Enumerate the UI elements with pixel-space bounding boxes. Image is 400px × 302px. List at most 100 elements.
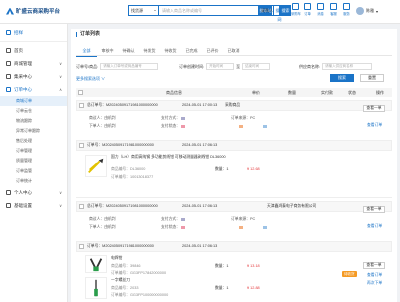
redacted-value [239,225,243,229]
select-all-checkbox[interactable] [78,90,83,95]
filter-label: 供应商名称: [299,63,321,69]
order-divider [76,197,392,198]
settings-icon [6,203,11,208]
buyer-search-button[interactable]: 搜索 [280,5,291,16]
product-image [85,255,107,273]
sub-order-header: 订单号：M20240509171981000000000 2024-05-01 … [76,140,392,151]
order-label: 订单 [304,12,311,16]
order-number: 总订单号：M20240509171981000000000 [87,103,158,107]
sidebar-item-center[interactable]: 集采中心 ∨ [0,70,67,83]
order-time: 2024-05-01 17:06:13 [182,204,218,208]
search-button[interactable]: 搜索 [330,74,354,82]
order-icon [6,87,11,92]
reorder-link[interactable]: 再次下单 [367,281,382,286]
home-icon [6,48,11,53]
payment-meta: 支付方式： 支付状态： [161,114,186,130]
order-number: 总订单号：M20240509171981000000000 [87,204,158,208]
reset-button[interactable]: 重置 [360,74,384,82]
sidebar-item-zhaoyang[interactable]: 招样 [0,26,67,39]
status-badge: 待收货 [342,271,357,277]
order-time: 2024-05-01 17:06:13 [182,244,218,248]
col-qty: 数量 [288,90,296,95]
user-icon [6,190,11,195]
more-options-link[interactable]: 更多搜索选项 ∨ [76,76,105,82]
field-label: 商议人： [89,116,105,120]
order-checkbox[interactable] [79,244,84,249]
order-checkbox[interactable] [79,204,84,209]
sidebar-subitem[interactable]: 订单管理 [0,146,67,156]
sidebar-subitem[interactable]: 异常订单跟踪 [0,126,67,136]
user-menu[interactable]: 陈雅 ▾ [356,7,378,15]
order-link[interactable]: 订单 [304,3,311,16]
field-value: 由机判 [104,217,116,221]
service-icon [330,3,337,10]
view-order-link[interactable]: 查看订单 [367,273,382,278]
field-label: 支付状态： [161,124,180,128]
chevron-down-icon: ∨ [59,203,62,208]
center-icon [6,74,11,79]
date-end-input[interactable]: 结束时间 [242,63,271,70]
logo-mark-icon [6,7,14,15]
sidebar-subitem[interactable]: 售后处理 [0,136,67,146]
service-link[interactable]: 客服 [330,3,337,16]
payment-meta: 支付方式： 支付状态： [161,215,186,231]
grid-link[interactable]: 服务 [343,3,350,16]
product-name[interactable]: 一字螺丝刀 [111,278,130,283]
sidebar-subitem[interactable]: 质量管理 [0,156,67,166]
sidebar-subitem[interactable]: 订单监管 [0,166,67,176]
order-header: 总订单号：M20240509171981000000000 2024-05-01… [76,201,392,212]
source-meta: 订单来源：PC [231,215,267,231]
view-order-button[interactable]: 查看一单 [363,206,385,213]
order-no-input[interactable]: 请输入订单号或商品编号 [100,63,159,70]
search-type-select[interactable]: 找货源 [128,5,159,16]
view-order-button[interactable]: 查看一单 [363,105,385,112]
product-image [85,155,107,177]
order-checkbox[interactable] [79,143,84,148]
message-link[interactable]: 消息 [317,3,324,16]
cart-link[interactable]: 采购车 [291,3,301,16]
grid-label: 服务 [343,12,350,16]
order-no-filter: 订单号/商品: 请输入订单号或商品编号 [76,63,159,70]
logo[interactable]: 旷盛云商采购平台 [6,7,60,15]
view-order-button[interactable]: 查看一单 [363,262,385,269]
sub-order-header: 订单号：M20240509171981000000000 2024-05-01 … [76,241,392,252]
sidebar-item-store[interactable]: 商城管理 ∨ [0,57,67,70]
view-order-link[interactable]: 查看订单 [367,224,382,229]
product-qty: 数量：1 [215,167,229,171]
table-header: 商品信息 单价 数量 实付款 状态 操作 [76,88,392,97]
source-meta: 订单来源：PC [231,114,267,130]
product-spec: 订单编号：10013018377 [111,175,154,179]
product-spec: 订单编号：GG3FP100000000000 [111,293,169,297]
product-price: ¥ 13.18 [247,264,260,268]
product-name[interactable]: 电焊钳 [111,256,122,261]
product-price: ¥ 12.68 [247,167,260,171]
buyer-search-input[interactable]: 采购人 [258,5,280,16]
field-value: PC [249,116,256,120]
store-icon [6,61,11,66]
sidebar-item-orders[interactable]: 订单中心 ∧ [0,83,67,96]
chevron-down-icon: ∨ [59,61,62,66]
supplier-input[interactable]: 请输入供应商名称 [322,63,373,70]
sidebar-item-home[interactable]: 首页 [0,44,67,57]
order-checkbox[interactable] [79,103,84,108]
sidebar-item-settings[interactable]: 基础设置 ∨ [0,199,67,212]
product-price: ¥ 12.88 [247,286,260,290]
search-input[interactable]: 请输入商品名称或编号 [159,5,259,16]
order-time: 2024-05-01 17:00:13 [182,103,218,107]
order-shop: 天津鑫鸿泰电子商务有限公司 [267,204,317,208]
divider [0,41,67,42]
logo-text: 旷盛云商采购平台 [16,9,61,15]
grid-icon [343,3,350,10]
sidebar-subitem[interactable]: 订单统计 [0,176,67,186]
sidebar-subitem[interactable]: 物流跟踪 [0,116,67,126]
field-value: PC [249,217,256,221]
message-icon [317,3,324,10]
sidebar-subitem[interactable]: 订单云仓 [0,106,67,116]
sidebar-subitem-store-orders[interactable]: 商城订单 [0,96,67,106]
date-start-input[interactable]: 开始时间 [206,63,235,70]
view-order-link[interactable]: 查看订单 [367,123,382,128]
field-label: 下单人： [89,124,105,128]
product-qty: 数量：1 [215,264,229,268]
product-name[interactable]: 国力（LH）商用高纯钢 多功能剪线钳 可移动测量器剥线钳 DL36000 [111,155,239,160]
sidebar-item-profile[interactable]: 个人中心 ∨ [0,186,67,199]
